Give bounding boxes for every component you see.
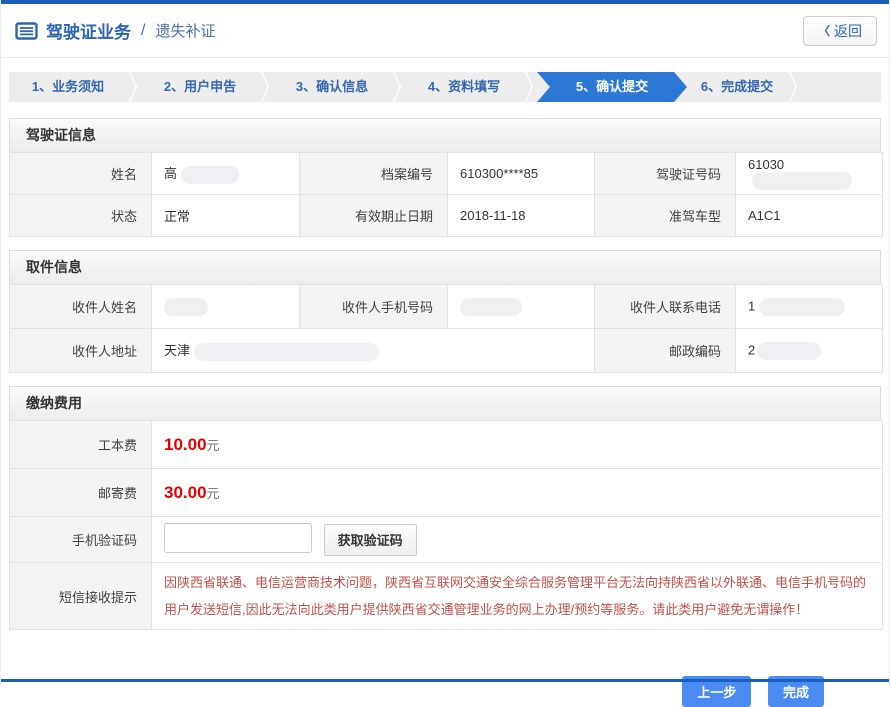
step-separator-icon bbox=[259, 72, 273, 102]
post-fee-unit: 元 bbox=[207, 486, 220, 501]
table-row: 收件人姓名 收件人手机号码 收件人联系电话 1 bbox=[10, 285, 883, 329]
post-fee-label: 邮寄费 bbox=[10, 469, 152, 517]
step-separator-icon bbox=[127, 72, 141, 102]
redacted-text bbox=[757, 342, 821, 360]
file-number-label: 档案编号 bbox=[300, 153, 448, 195]
post-fee-value: 30.00元 bbox=[152, 469, 883, 517]
redacted-text bbox=[181, 166, 239, 184]
sms-notice-label: 短信接收提示 bbox=[10, 563, 152, 630]
status-label: 状态 bbox=[10, 195, 152, 237]
recipient-phone-label: 收件人联系电话 bbox=[595, 285, 736, 329]
table-row: 手机验证码 获取验证码 bbox=[10, 517, 883, 563]
section-license-info: 驾驶证信息 姓名 高 档案编号 610300****85 驾驶证号码 61030… bbox=[9, 118, 881, 237]
postcode-label: 邮政编码 bbox=[595, 329, 736, 373]
post-fee-amount: 30.00 bbox=[164, 483, 207, 502]
name-label: 姓名 bbox=[10, 153, 152, 195]
license-number-label: 驾驶证号码 bbox=[595, 153, 736, 195]
breadcrumb: 驾驶证业务 / 遗失补证 bbox=[15, 18, 215, 43]
page-header: 驾驶证业务 / 遗失补证 〈 返回 bbox=[1, 4, 889, 58]
step-5-confirm-submit-active: 5、确认提交 bbox=[537, 72, 687, 102]
step-1-business-notes: 1、业务须知 bbox=[9, 72, 127, 102]
section-fees: 缴纳费用 工本费 10.00元 邮寄费 30.00元 手机验证码 获取验证码 短… bbox=[9, 386, 881, 630]
redacted-text bbox=[194, 343, 379, 361]
table-row: 工本费 10.00元 bbox=[10, 421, 883, 469]
sms-code-cell: 获取验证码 bbox=[152, 517, 883, 563]
page-title: 驾驶证业务 bbox=[46, 18, 131, 43]
recipient-name-value bbox=[152, 285, 300, 329]
recipient-mobile-value bbox=[448, 285, 595, 329]
footer-actions: 上一步 完成 bbox=[1, 643, 889, 707]
chevron-left-icon: 〈 bbox=[818, 22, 830, 39]
step-bar-filler bbox=[801, 72, 881, 102]
pickup-info-table: 收件人姓名 收件人手机号码 收件人联系电话 1 收件人地址 天津 邮政编码 2 bbox=[9, 284, 883, 373]
fees-table: 工本费 10.00元 邮寄费 30.00元 手机验证码 获取验证码 短信接收提示… bbox=[9, 420, 883, 630]
step-separator-icon bbox=[787, 72, 801, 102]
work-fee-label: 工本费 bbox=[10, 421, 152, 469]
table-row: 邮寄费 30.00元 bbox=[10, 469, 883, 517]
breadcrumb-separator: / bbox=[141, 22, 145, 40]
list-icon bbox=[15, 22, 38, 40]
work-fee-amount: 10.00 bbox=[164, 435, 207, 454]
table-row: 姓名 高 档案编号 610300****85 驾驶证号码 61030 bbox=[10, 153, 883, 195]
license-info-table: 姓名 高 档案编号 610300****85 驾驶证号码 61030 状态 正常… bbox=[9, 152, 883, 237]
expiry-date-label: 有效期止日期 bbox=[300, 195, 448, 237]
step-4-fill-materials: 4、资料填写 bbox=[405, 72, 523, 102]
step-3-confirm-info: 3、确认信息 bbox=[273, 72, 391, 102]
recipient-address-label: 收件人地址 bbox=[10, 329, 152, 373]
section-pickup-info: 取件信息 收件人姓名 收件人手机号码 收件人联系电话 1 收件人地址 天津 邮政… bbox=[9, 250, 881, 373]
table-row: 短信接收提示 因陕西省联通、电信运营商技术问题，陕西省互联网交通安全综合服务管理… bbox=[10, 563, 883, 630]
work-fee-value: 10.00元 bbox=[152, 421, 883, 469]
redacted-text bbox=[752, 172, 852, 190]
get-sms-code-button[interactable]: 获取验证码 bbox=[324, 524, 417, 556]
recipient-name-label: 收件人姓名 bbox=[10, 285, 152, 329]
back-button[interactable]: 〈 返回 bbox=[803, 16, 877, 46]
license-number-value: 61030 bbox=[736, 153, 883, 195]
section-title-pickup: 取件信息 bbox=[9, 250, 881, 284]
sms-code-input[interactable] bbox=[164, 523, 312, 553]
step-progress-bar: 1、业务须知 2、用户申告 3、确认信息 4、资料填写 5、确认提交 6、完成提… bbox=[9, 72, 881, 102]
file-number-value: 610300****85 bbox=[448, 153, 595, 195]
vehicle-class-label: 准驾车型 bbox=[595, 195, 736, 237]
back-button-label: 返回 bbox=[834, 21, 862, 41]
sms-code-label: 手机验证码 bbox=[10, 517, 152, 563]
section-title-fees: 缴纳费用 bbox=[9, 386, 881, 420]
vehicle-class-value: A1C1 bbox=[736, 195, 883, 237]
section-title-license: 驾驶证信息 bbox=[9, 118, 881, 152]
page: 驾驶证业务 / 遗失补证 〈 返回 1、业务须知 2、用户申告 3、确认信息 4… bbox=[0, 0, 890, 685]
step-6-complete-submit: 6、完成提交 bbox=[687, 72, 787, 102]
postcode-value: 2 bbox=[736, 329, 883, 373]
work-fee-unit: 元 bbox=[207, 438, 220, 453]
recipient-address-value: 天津 bbox=[152, 329, 595, 373]
sms-notice-text: 因陕西省联通、电信运营商技术问题，陕西省互联网交通安全综合服务管理平台无法向持陕… bbox=[152, 563, 883, 630]
step-2-user-declaration: 2、用户申告 bbox=[141, 72, 259, 102]
step-separator-icon bbox=[523, 72, 537, 102]
breadcrumb-current: 遗失补证 bbox=[155, 20, 215, 41]
status-value: 正常 bbox=[152, 195, 300, 237]
step-separator-icon bbox=[391, 72, 405, 102]
redacted-text bbox=[460, 298, 522, 316]
table-row: 状态 正常 有效期止日期 2018-11-18 准驾车型 A1C1 bbox=[10, 195, 883, 237]
recipient-phone-value: 1 bbox=[736, 285, 883, 329]
recipient-mobile-label: 收件人手机号码 bbox=[300, 285, 448, 329]
table-row: 收件人地址 天津 邮政编码 2 bbox=[10, 329, 883, 373]
expiry-date-value: 2018-11-18 bbox=[448, 195, 595, 237]
redacted-text bbox=[759, 298, 845, 316]
bottom-accent-bar bbox=[1, 679, 889, 682]
name-value: 高 bbox=[152, 153, 300, 195]
redacted-text bbox=[164, 298, 208, 316]
